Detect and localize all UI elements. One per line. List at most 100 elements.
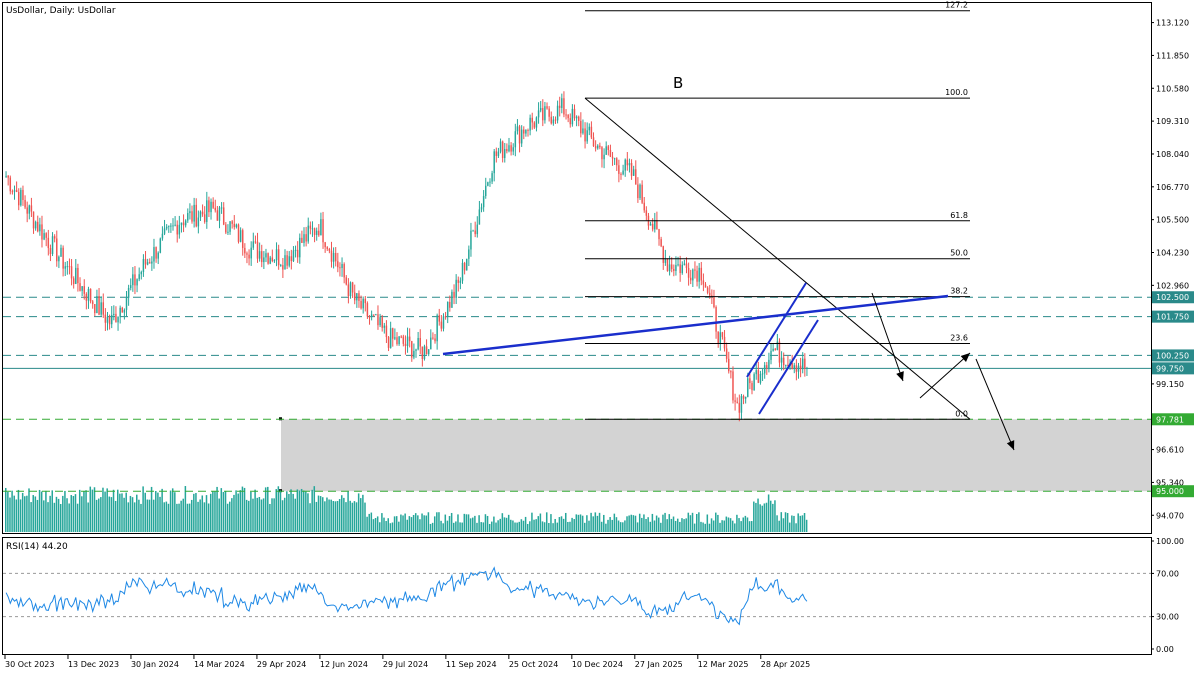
volume-bar <box>292 493 294 532</box>
volume-bar <box>383 517 385 532</box>
candle-body <box>180 222 183 225</box>
volume-bar <box>440 520 442 532</box>
volume-bar <box>121 493 123 532</box>
volume-bar <box>30 502 32 532</box>
candle-body <box>385 325 388 338</box>
volume-bar <box>450 512 453 532</box>
volume-bar <box>564 512 567 532</box>
volume-bar <box>516 522 518 532</box>
volume-bar <box>302 490 305 532</box>
volume-bar <box>721 520 723 532</box>
time-tick-label: 30 Oct 2023 <box>5 660 54 669</box>
volume-bar <box>267 486 269 532</box>
candle-body <box>740 396 743 413</box>
candle-body <box>117 316 119 323</box>
candle-body <box>286 255 288 266</box>
volume-bar <box>723 520 725 532</box>
volume-bar <box>176 503 178 532</box>
fib-level-label: 50.0 <box>950 249 968 258</box>
candle-body <box>404 343 407 346</box>
candle-body <box>679 264 681 274</box>
candle-body <box>343 264 345 278</box>
candle-body <box>125 297 128 310</box>
volume-bar <box>144 492 146 532</box>
support-zone[interactable] <box>281 419 1151 492</box>
candle-body <box>102 302 105 315</box>
candle-body <box>698 267 700 282</box>
candle-body <box>233 223 236 228</box>
candle-body <box>100 302 102 315</box>
candle-body <box>406 336 409 346</box>
volume-bar <box>545 512 548 532</box>
candle-body <box>434 338 436 342</box>
volume-bar <box>62 495 64 532</box>
candle-body <box>151 261 153 264</box>
volume-bar <box>562 518 565 532</box>
candle-body <box>332 252 335 262</box>
volume-bar <box>138 499 140 532</box>
candle-body <box>146 262 149 265</box>
candle-body <box>400 336 402 338</box>
candle-body <box>358 293 360 301</box>
rsi-tick-label: 70.00 <box>1156 569 1179 578</box>
chart-svg: 127.2 100.0 61.8 50.0 38.2 23.6 0.0 113.120 111… <box>0 0 1200 675</box>
volume-bar <box>324 501 326 532</box>
candle-body <box>535 117 538 128</box>
candle-body <box>446 301 449 318</box>
candle-body <box>218 207 221 221</box>
candle-body <box>643 202 645 211</box>
candle-body <box>563 98 565 115</box>
candle-body <box>417 337 419 350</box>
volume-bar <box>791 515 793 532</box>
price-tick-label: 105.500 <box>1156 216 1189 225</box>
candle-body <box>554 119 557 121</box>
candle-body <box>241 230 244 248</box>
candle-body <box>315 230 318 235</box>
volume-bar <box>250 491 252 532</box>
candle-body <box>478 209 481 225</box>
candle-body <box>463 262 466 271</box>
price-tick-label: 113.120 <box>1156 19 1189 28</box>
volume-bar <box>514 522 516 532</box>
candle-body <box>13 190 16 192</box>
volume-bar <box>100 497 102 532</box>
candle-body <box>744 396 747 399</box>
candle-body <box>770 350 772 360</box>
volume-bar <box>567 521 569 532</box>
time-tick-label: 29 Jul 2024 <box>383 660 428 669</box>
volume-bar <box>522 520 525 532</box>
price-badge-label: 97.781 <box>1156 415 1184 424</box>
candle-body <box>774 348 776 351</box>
candle-body <box>761 373 764 375</box>
volume-bar <box>753 501 755 532</box>
candle-body <box>546 106 548 109</box>
volume-bar <box>326 497 328 532</box>
volume-bar <box>271 498 273 532</box>
volume-bar <box>526 523 529 532</box>
volume-bar <box>660 522 662 532</box>
volume-bar <box>406 519 409 532</box>
volume-bar <box>165 501 168 532</box>
volume-bar <box>558 517 561 532</box>
volume-bar <box>765 502 768 532</box>
volume-bar <box>734 523 736 532</box>
volume-bar <box>448 516 451 532</box>
candle-body <box>49 248 52 254</box>
volume-bar <box>529 521 531 532</box>
volume-bar <box>97 498 100 532</box>
volume-bar <box>772 503 774 532</box>
volume-bar <box>556 522 559 532</box>
candle-body <box>504 148 506 159</box>
volume-bar <box>133 502 136 532</box>
candle-body <box>311 228 314 230</box>
volume-bar <box>698 512 700 532</box>
candle-body <box>531 117 533 123</box>
candle-body <box>453 291 455 298</box>
volume-bar <box>15 499 18 532</box>
candle-body <box>468 249 470 259</box>
volume-bar <box>457 514 459 532</box>
volume-bar <box>488 523 491 532</box>
volume-bar <box>199 499 201 532</box>
volume-bar <box>93 487 96 532</box>
candle-body <box>569 118 572 125</box>
